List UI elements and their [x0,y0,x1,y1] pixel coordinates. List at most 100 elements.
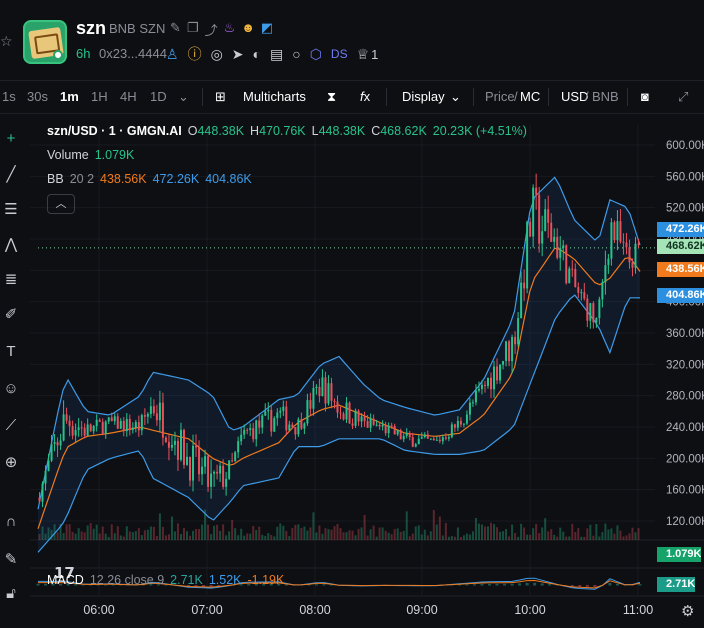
macd-histogram-bar [503,583,507,586]
volume-bar [273,536,276,540]
volume-bar [363,514,366,540]
candle-body [465,414,468,424]
candle-body [98,419,101,422]
candle-body [496,366,499,381]
candle-body [173,440,176,445]
volume-bar [423,529,426,540]
candle-body [468,402,471,415]
candle-body [86,424,89,436]
volume-bar [179,534,182,540]
candle-body [613,222,616,241]
candle-body [598,299,601,319]
candle-body [234,452,237,462]
candle-body [529,221,532,237]
high-label: H [250,124,260,138]
volume-bar [589,524,592,540]
bb-upper-tag: 472.26K [657,222,704,237]
volume-bar [56,532,59,540]
candle-body [426,434,429,439]
candle-body [101,421,104,434]
candle-body [240,434,243,442]
volume-bar [92,528,95,540]
candle-body [89,424,92,432]
macd-histogram-bar [548,584,552,586]
volume-bar [529,534,532,540]
candle-body [71,426,74,436]
volume-bar [276,526,279,540]
volume-bar [243,535,246,540]
volume-bar [321,533,324,540]
candle-body [499,364,502,381]
volume-bar [396,528,399,540]
open-label: O [187,124,198,138]
candle-body [483,384,486,386]
volume-bar [505,528,508,540]
close-value: 468.62K [380,124,427,138]
volume-bar [164,535,167,540]
volume-bar [249,533,252,540]
candle-body [149,406,152,414]
candle-body [252,428,255,440]
volume-bar [435,524,438,540]
volume-bar [480,524,483,540]
candle-body [104,421,107,434]
candle-body [357,410,360,422]
candle-body [179,429,182,460]
candle-body [140,415,143,431]
volume-bar [408,536,411,540]
macd-histogram-bar [593,585,597,587]
candle-body [207,456,210,487]
x-tick-label: 08:00 [299,603,330,617]
price-chart[interactable]: 𝟭𝟳 600.00K560.00K520.00K480.00K440.00K40… [0,0,704,628]
y-tick-label: 160.00K [666,485,704,497]
volume-bar [399,531,402,540]
candle-body [125,418,128,432]
volume-bar [309,527,312,540]
volume-bar [357,528,360,540]
candle-body [213,471,216,474]
collapse-legend-button[interactable]: ︿ [47,194,75,214]
volume-bar [252,525,255,540]
settings-icon[interactable]: ⚙ [681,602,694,620]
candle-body [420,437,423,439]
macd-histogram-bar [495,583,499,586]
y-tick-label: 360.00K [666,328,704,340]
volume-bar [493,524,496,540]
macd-label: MACD [47,573,84,587]
volume-bar [167,534,170,540]
volume-bar [140,535,143,540]
candle-body [83,427,86,436]
volume-bar [312,512,315,540]
volume-bar [390,534,393,540]
volume-bar [192,530,195,540]
volume-bar [125,526,128,540]
candle-body [176,440,179,460]
chart-legend: szn/USD · 1 · GMGN.AI O448.38K H470.76K … [47,124,527,196]
candle-body [68,420,71,427]
candle-body [297,419,300,435]
candle-body [152,406,155,414]
volume-bar [592,535,595,540]
candle-body [189,456,192,481]
volume-bar [195,528,198,540]
candle-body [309,400,312,409]
candle-body [107,417,110,422]
volume-bar [228,531,231,540]
volume-bar [556,536,559,540]
candle-body [92,425,95,432]
volume-bar [631,527,634,540]
candle-body [243,429,246,435]
y-tick-label: 520.00K [666,203,704,215]
candle-body [402,435,405,440]
candle-body [453,424,456,428]
candle-body [195,445,198,448]
volume-bar [583,536,586,540]
volume-bar [628,533,631,540]
candle-body [538,194,541,244]
candle-body [231,460,234,462]
volume-bar [547,531,550,540]
volume-bar [128,531,131,540]
volume-bar [264,535,267,540]
candle-body [586,298,589,321]
macd-hist-value: -1.19K [247,573,285,587]
